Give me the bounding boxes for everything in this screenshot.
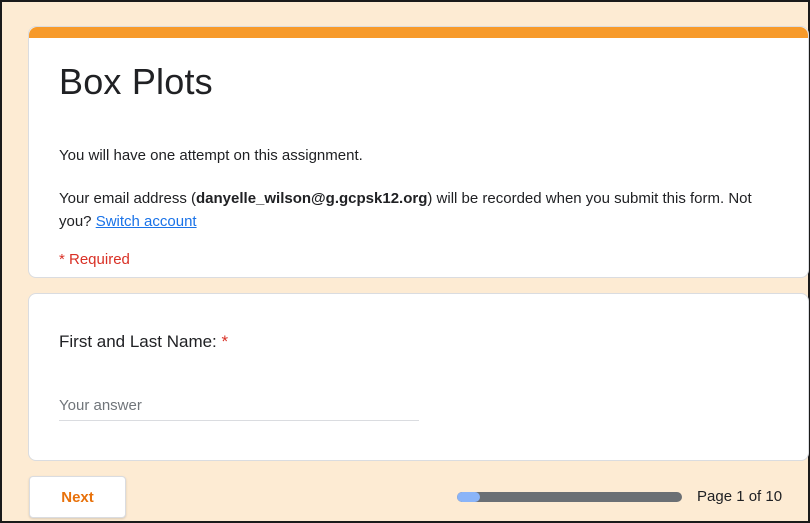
question-label: First and Last Name: * bbox=[59, 332, 228, 352]
next-button[interactable]: Next bbox=[29, 476, 126, 518]
email-address: danyelle_wilson@g.gcpsk12.org bbox=[196, 190, 428, 207]
question-card: First and Last Name: * bbox=[28, 293, 809, 461]
switch-account-link[interactable]: Switch account bbox=[96, 213, 197, 230]
name-answer-input[interactable] bbox=[59, 390, 419, 421]
question-text: First and Last Name: bbox=[59, 332, 217, 351]
required-note: * Required bbox=[59, 251, 130, 268]
progress-bar bbox=[457, 492, 682, 502]
required-asterisk: * bbox=[221, 332, 229, 351]
attempt-notice: You will have one attempt on this assign… bbox=[59, 147, 363, 164]
page-indicator: Page 1 of 10 bbox=[697, 488, 783, 505]
form-title: Box Plots bbox=[59, 61, 213, 102]
accent-bar bbox=[29, 27, 808, 38]
progress-fill bbox=[457, 492, 480, 502]
email-notice: Your email address (danyelle_wilson@g.gc… bbox=[59, 187, 779, 233]
form-header-card: Box Plots You will have one attempt on t… bbox=[28, 26, 809, 278]
email-prefix: Your email address ( bbox=[59, 190, 197, 207]
